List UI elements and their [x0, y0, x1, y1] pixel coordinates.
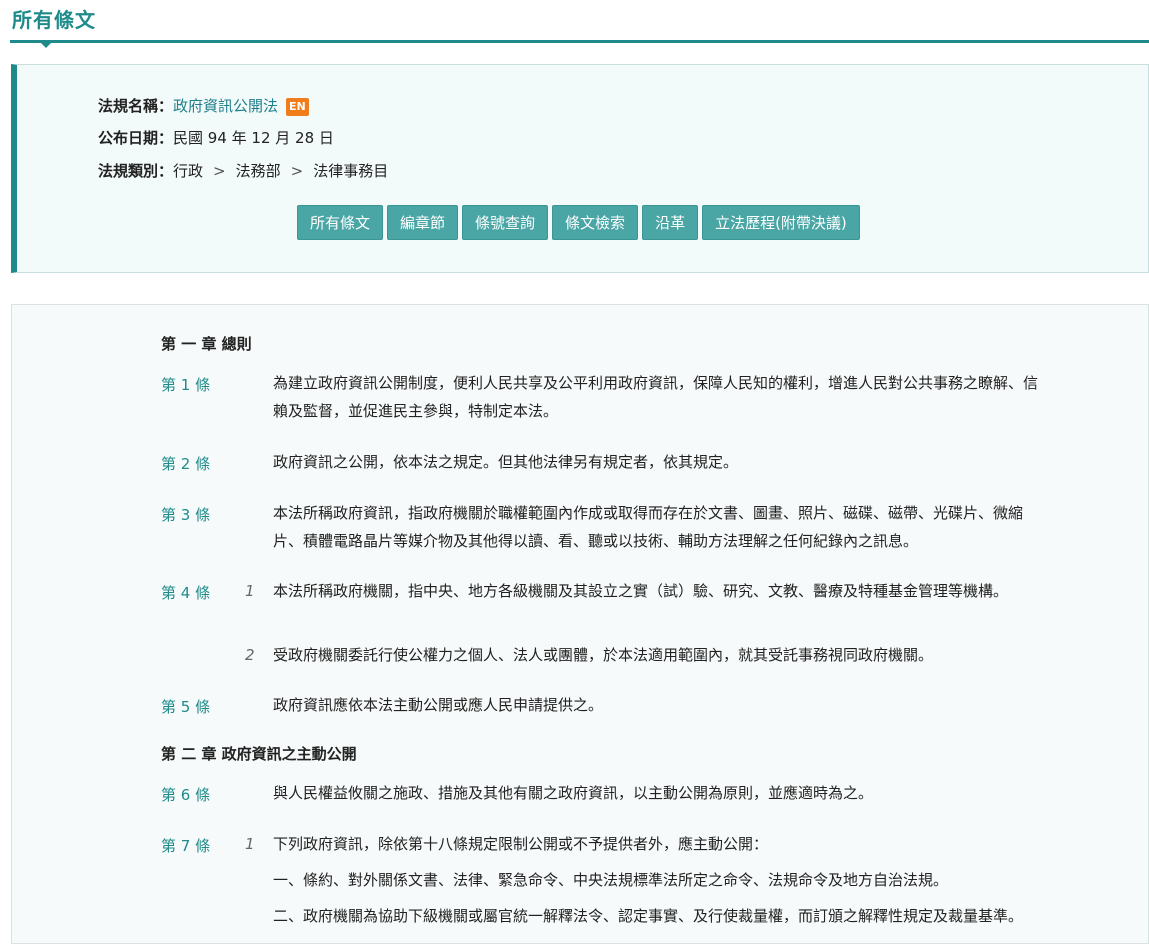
article-text: 下列政府資訊，除依第十八條規定限制公開或不予提供者外，應主動公開： [273, 835, 769, 853]
tab-history[interactable]: 沿革 [642, 205, 699, 240]
article-number-link[interactable]: 第 6 條 [161, 784, 210, 805]
article-text: 政府資訊之公開，依本法之規定。但其他法律另有規定者，依其規定。 [273, 453, 739, 471]
paragraph-number: 1 [245, 582, 255, 600]
english-version-badge[interactable]: EN [286, 98, 309, 116]
article-text: 本法所稱政府資訊，指政府機關於職權範圍內作成或取得而存在於文書、圖畫、照片、磁碟… [273, 504, 1024, 550]
article-number-link[interactable]: 第 1 條 [161, 374, 210, 395]
paragraph-number: 2 [245, 646, 255, 664]
title-notch-icon [38, 40, 54, 48]
article-text: 為建立政府資訊公開制度，便利人民共享及公平利用政府資訊，保障人民知的權利，增進人… [273, 374, 1039, 420]
articles-panel: 第 一 章 總則 第 1 條 為建立政府資訊公開制度，便利人民共享及公平利用政府… [11, 304, 1149, 944]
law-date-row: 公布日期：民國 94 年 12 月 28 日 [98, 128, 334, 148]
law-name-row: 法規名稱：政府資訊公開法 EN [98, 96, 309, 116]
tab-article-number-search[interactable]: 條號查詢 [462, 205, 549, 240]
article-text: 與人民權益攸關之施政、措施及其他有關之政府資訊，以主動公開為原則，並應適時為之。 [273, 784, 874, 802]
law-category-item: 法律事務目 [313, 162, 389, 180]
tab-legislative-history[interactable]: 立法歷程(附帶決議) [702, 205, 860, 240]
tab-all-articles[interactable]: 所有條文 [297, 205, 384, 240]
article-text: 政府資訊應依本法主動公開或應人民申請提供之。 [273, 696, 604, 714]
chapter-heading: 第 二 章 政府資訊之主動公開 [161, 745, 357, 763]
chapter-heading: 第 一 章 總則 [161, 335, 252, 353]
article-text: 受政府機關委託行使公權力之個人、法人或團體，於本法適用範圍內，就其受託事務視同政… [273, 646, 934, 664]
breadcrumb-separator: > [213, 162, 226, 180]
article-text: 二、政府機關為協助下級機關或屬官統一解釋法令、認定事實、及行使裁量權，而訂頒之解… [273, 907, 1024, 925]
law-date-value: 民國 94 年 12 月 28 日 [173, 129, 334, 147]
law-info-card: 法規名稱：政府資訊公開法 EN 公布日期：民國 94 年 12 月 28 日 法規… [11, 64, 1149, 273]
tab-chapters[interactable]: 編章節 [387, 205, 459, 240]
article-number-link[interactable]: 第 5 條 [161, 696, 210, 717]
law-category-item: 行政 [173, 162, 204, 180]
page-title-bar: 所有條文 [10, 0, 1149, 43]
law-category-label: 法規類別： [98, 162, 174, 180]
article-number-link[interactable]: 第 2 條 [161, 453, 210, 474]
law-name-link[interactable]: 政府資訊公開法 [173, 97, 278, 115]
article-number-link[interactable]: 第 4 條 [161, 582, 210, 603]
breadcrumb-separator: > [290, 162, 304, 180]
paragraph-number: 1 [245, 835, 255, 853]
article-number-link[interactable]: 第 3 條 [161, 504, 210, 525]
article-text: 一、條約、對外關係文書、法律、緊急命令、中央法規標準法所定之命令、法規命令及地方… [273, 871, 949, 889]
page-title: 所有條文 [12, 8, 96, 32]
article-text: 本法所稱政府機關，指中央、地方各級機關及其設立之實（試）驗、研究、文教、醫療及特… [273, 582, 1009, 600]
law-category-item: 法務部 [235, 162, 281, 180]
article-number-link[interactable]: 第 7 條 [161, 835, 210, 856]
law-tabs: 所有條文 編章節 條號查詢 條文檢索 沿革 立法歷程(附帶決議) [297, 205, 860, 240]
law-date-label: 公布日期： [98, 129, 174, 147]
law-name-label: 法規名稱： [98, 97, 174, 115]
tab-article-text-search[interactable]: 條文檢索 [552, 205, 639, 240]
law-category-row: 法規類別：行政 > 法務部 > 法律事務目 [98, 161, 388, 181]
